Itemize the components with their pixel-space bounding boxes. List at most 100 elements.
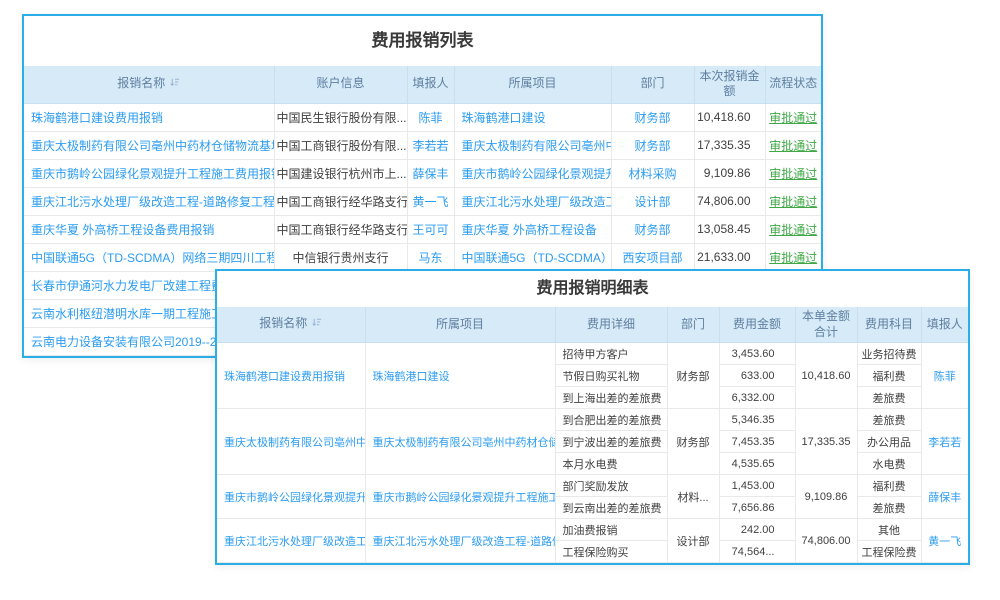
cell-status[interactable]: 审批通过 [765, 131, 821, 159]
column-header-4: 部门 [611, 66, 694, 103]
cell-reporter[interactable]: 黄一飞 [921, 519, 968, 563]
cell-detail: 到宁波出差的差旅费 [555, 431, 667, 453]
cell-total: 74,806.00 [795, 519, 857, 563]
cell-category: 差旅费 [857, 409, 921, 431]
cell-detail: 工程保险购买 [555, 541, 667, 563]
cell-name[interactable]: 重庆江北污水处理厂级改造工程-道路修复工程费用... [24, 187, 274, 215]
cell-project[interactable]: 重庆市鹅岭公园绿化景观提升工程施工 [365, 475, 555, 519]
column-header-2: 填报人 [407, 66, 454, 103]
list-table-title: 费用报销列表 [24, 16, 821, 66]
cell-department[interactable]: 财务部 [611, 215, 694, 243]
column-header-label: 账户信息 [316, 76, 364, 90]
cell-project[interactable]: 珠海鹤港口建设 [365, 343, 555, 409]
cell-category: 差旅费 [857, 387, 921, 409]
cell-amount: 4,535.65 [719, 453, 795, 475]
cell-status[interactable]: 审批通过 [765, 103, 821, 131]
cell-project[interactable]: 重庆市鹅岭公园绿化景观提升... [454, 159, 611, 187]
cell-amount: 633.00 [719, 365, 795, 387]
cell-status[interactable]: 审批通过 [765, 215, 821, 243]
cell-project[interactable]: 重庆江北污水处理厂级改造工... [454, 187, 611, 215]
cell-department[interactable]: 材料采购 [611, 159, 694, 187]
cell-name[interactable]: 重庆华夏 外高桥工程设备费用报销 [24, 215, 274, 243]
cell-detail: 部门奖励发放 [555, 475, 667, 497]
cell-name[interactable]: 重庆太极制药有限公司亳州中药材仓储物流基地项目 [217, 409, 365, 475]
cell-name[interactable]: 重庆太极制药有限公司亳州中药材仓储物流基地项... [24, 131, 274, 159]
cell-name[interactable]: 珠海鹤港口建设费用报销 [24, 103, 274, 131]
cell-name[interactable]: 重庆江北污水处理厂级改造工程-道路修复 [217, 519, 365, 563]
cell-department: 设计部 [667, 519, 719, 563]
cell-reporter[interactable]: 陈菲 [407, 103, 454, 131]
cell-name[interactable]: 中国联通5G（TD-SCDMA）网络三期四川工程费... [24, 243, 274, 271]
cell-reporter[interactable]: 王可可 [407, 215, 454, 243]
cell-name[interactable]: 重庆市鹅岭公园绿化景观提升工程施工费用报销 [24, 159, 274, 187]
column-header-0[interactable]: 报销名称 [217, 307, 365, 343]
cell-project[interactable]: 珠海鹤港口建设 [454, 103, 611, 131]
cell-category: 工程保险费 [857, 541, 921, 563]
cell-status[interactable]: 审批通过 [765, 159, 821, 187]
cell-reporter[interactable]: 李若若 [921, 409, 968, 475]
cell-reporter[interactable]: 李若若 [407, 131, 454, 159]
detail-table-header: 报销名称所属项目费用详细部门费用金额本单金额合计费用科目填报人 [217, 307, 968, 343]
cell-detail: 招待甲方客户 [555, 343, 667, 365]
cell-reporter[interactable]: 马东 [407, 243, 454, 271]
column-header-5: 本次报销金额 [694, 66, 765, 103]
cell-account: 中国民生银行股份有限... [274, 103, 407, 131]
column-header-3: 所属项目 [454, 66, 611, 103]
detail-row: 重庆太极制药有限公司亳州中药材仓储物流基地项目重庆太极制药有限公司亳州中药材仓储… [217, 409, 968, 431]
cell-account: 中国工商银行经华路支行 [274, 215, 407, 243]
cell-amount: 21,633.00 [694, 243, 765, 271]
cell-category: 福利费 [857, 365, 921, 387]
detail-table-title: 费用报销明细表 [217, 271, 968, 307]
cell-reporter[interactable]: 薛保丰 [921, 475, 968, 519]
cell-department[interactable]: 财务部 [611, 103, 694, 131]
cell-amount: 13,058.45 [694, 215, 765, 243]
column-header-label: 费用详细 [587, 317, 635, 331]
column-header-2: 费用详细 [555, 307, 667, 343]
cell-amount: 1,453.00 [719, 475, 795, 497]
column-header-label: 报销名称 [117, 76, 165, 90]
table-row: 珠海鹤港口建设费用报销中国民生银行股份有限...陈菲珠海鹤港口建设财务部10,4… [24, 103, 821, 131]
sort-descending-icon [169, 77, 180, 93]
table-row: 重庆太极制药有限公司亳州中药材仓储物流基地项...中国工商银行股份有限...李若… [24, 131, 821, 159]
detail-row: 珠海鹤港口建设费用报销珠海鹤港口建设招待甲方客户财务部3,453.6010,41… [217, 343, 968, 365]
header-row: 报销名称所属项目费用详细部门费用金额本单金额合计费用科目填报人 [217, 307, 968, 343]
column-header-label: 流程状态 [769, 76, 817, 90]
column-header-0[interactable]: 报销名称 [24, 66, 274, 103]
cell-department[interactable]: 西安项目部 [611, 243, 694, 271]
column-header-3: 部门 [667, 307, 719, 343]
cell-amount: 3,453.60 [719, 343, 795, 365]
cell-detail: 本月水电费 [555, 453, 667, 475]
cell-status[interactable]: 审批通过 [765, 243, 821, 271]
cell-reporter[interactable]: 黄一飞 [407, 187, 454, 215]
column-header-label: 本单金额合计 [802, 309, 850, 339]
cell-project[interactable]: 中国联通5G（TD-SCDMA）网... [454, 243, 611, 271]
cell-category: 其他 [857, 519, 921, 541]
cell-detail: 节假日购买礼物 [555, 365, 667, 387]
detail-table-body: 珠海鹤港口建设费用报销珠海鹤港口建设招待甲方客户财务部3,453.6010,41… [217, 343, 968, 563]
cell-category: 差旅费 [857, 497, 921, 519]
cell-name[interactable]: 重庆市鹅岭公园绿化景观提升工程施工 [217, 475, 365, 519]
detail-row: 重庆市鹅岭公园绿化景观提升工程施工重庆市鹅岭公园绿化景观提升工程施工部门奖励发放… [217, 475, 968, 497]
column-header-4: 费用金额 [719, 307, 795, 343]
cell-status[interactable]: 审批通过 [765, 187, 821, 215]
cell-project[interactable]: 重庆江北污水处理厂级改造工程-道路修复工程 [365, 519, 555, 563]
cell-total: 10,418.60 [795, 343, 857, 409]
column-header-label: 费用金额 [733, 317, 781, 331]
cell-project[interactable]: 重庆太极制药有限公司亳州中... [454, 131, 611, 159]
cell-amount: 9,109.86 [694, 159, 765, 187]
cell-category: 业务招待费 [857, 343, 921, 365]
cell-reporter[interactable]: 薛保丰 [407, 159, 454, 187]
detail-row: 重庆江北污水处理厂级改造工程-道路修复重庆江北污水处理厂级改造工程-道路修复工程… [217, 519, 968, 541]
cell-amount: 74,564... [719, 541, 795, 563]
cell-reporter[interactable]: 陈菲 [921, 343, 968, 409]
cell-project[interactable]: 重庆太极制药有限公司亳州中药材仓储物流基地 [365, 409, 555, 475]
cell-account: 中国工商银行经华路支行 [274, 187, 407, 215]
cell-project[interactable]: 重庆华夏 外高桥工程设备 [454, 215, 611, 243]
cell-department[interactable]: 财务部 [611, 131, 694, 159]
cell-name[interactable]: 珠海鹤港口建设费用报销 [217, 343, 365, 409]
header-row: 报销名称 账户信息 填报人 所属项目 部门本次报销金额流程状态 [24, 66, 821, 103]
cell-total: 17,335.35 [795, 409, 857, 475]
cell-department[interactable]: 设计部 [611, 187, 694, 215]
cell-amount: 7,453.35 [719, 431, 795, 453]
column-header-label: 所属项目 [508, 76, 556, 90]
